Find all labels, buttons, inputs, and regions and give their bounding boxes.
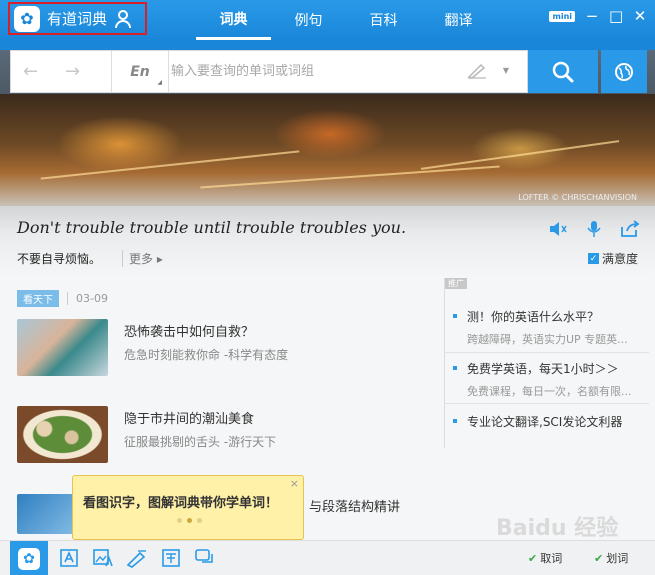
minimize-button[interactable]: − (585, 9, 599, 24)
promo-item[interactable]: 测！你的英语什么水平？ 跨越障碍，英语实力UP 专题英... (453, 308, 649, 347)
quote-actions (547, 220, 641, 238)
word-select-label: 划词 (606, 552, 629, 565)
check-icon: ✔ (528, 551, 538, 565)
search-row: ← → En ◢ ▼ (0, 40, 655, 94)
article-item[interactable]: 隐于市井间的潮汕美食 征服最挑剔的舌头 -游行天下 (17, 406, 276, 463)
bullet-icon (453, 366, 457, 370)
bottom-toolbar: ✿ ✔ 取词 ✔ 划词 (0, 540, 655, 575)
youdao-logo-icon: ✿ (18, 547, 40, 570)
handwriting-icon[interactable] (467, 63, 487, 79)
main-nav-tabs: 词典 例句 百科 翻译 (196, 0, 496, 40)
tooltip-close-button[interactable]: × (290, 477, 299, 490)
bullet-icon (453, 419, 457, 423)
app-name: 有道词典 (47, 10, 108, 28)
article-subtitle: 征服最挑剔的舌头 -游行天下 (124, 435, 277, 449)
satisfaction-checkbox[interactable]: ✓ 满意度 (587, 250, 638, 267)
web-search-button[interactable] (601, 50, 647, 93)
quote-chinese: 不要自寻烦恼。 (17, 252, 102, 266)
divider (445, 403, 649, 404)
promo-subtitle: 免费课程，每日一次，名额有限... (467, 385, 632, 398)
tab-translate[interactable]: 翻译 (421, 0, 496, 40)
mini-mode-button[interactable]: mini (549, 10, 575, 22)
promo-item[interactable]: 免费学英语，每天1小时＞＞ 免费课程，每日一次，名额有限... (453, 360, 649, 399)
check-icon: ✔ (594, 551, 604, 565)
satisfaction-label: 满意度 (601, 252, 638, 266)
article-item[interactable]: 恐怖袭击中如何自救？ 危急时刻能救你命 -科学有态度 (17, 319, 288, 376)
promo-title[interactable]: 免费学英语，每天1小时＞＞ (467, 360, 649, 377)
dropdown-chevron-icon[interactable]: ▼ (503, 66, 509, 75)
daily-quote: Don't trouble trouble until trouble trou… (0, 206, 655, 276)
promo-title[interactable]: 专业论文翻译,SCI发论文利器 (467, 413, 649, 430)
forward-arrow-icon[interactable]: → (65, 61, 80, 82)
article-title[interactable]: 与段落结构精讲 (309, 496, 400, 515)
quote-english[interactable]: Don't trouble trouble until trouble trou… (17, 218, 406, 237)
word-capture-toggle[interactable]: ✔ 取词 (528, 550, 562, 566)
article-title[interactable]: 恐怖袭击中如何自救？ (124, 321, 288, 340)
title-bar: ✿ 有道词典 词典 例句 百科 翻译 mini − □ ✕ (0, 0, 655, 40)
promo-title[interactable]: 测！你的英语什么水平？ (467, 308, 649, 325)
promo-item[interactable]: 专业论文翻译,SCI发论文利器 (453, 413, 649, 430)
back-arrow-icon[interactable]: ← (23, 61, 38, 82)
article-thumbnail[interactable] (17, 319, 108, 376)
feed-date: 03-09 (67, 292, 108, 305)
language-label: En (130, 63, 150, 80)
globe-icon (615, 62, 633, 81)
maximize-button[interactable]: □ (609, 9, 623, 24)
tooltip-text: 看图识字，图解词典带你学单词！ (83, 496, 279, 511)
feed-tag[interactable]: 看天下 (17, 290, 59, 307)
microphone-icon[interactable] (583, 220, 605, 238)
share-icon[interactable] (619, 220, 641, 238)
search-button[interactable] (528, 50, 598, 93)
article-subtitle: 危急时刻能救你命 -科学有态度 (124, 348, 289, 362)
promo-subtitle: 跨越障碍，英语实力UP 专题英... (467, 333, 628, 346)
feed-header: 看天下 03-09 (17, 290, 108, 307)
youdao-logo-icon: ✿ (14, 5, 40, 32)
daily-banner-image[interactable]: LOFTER © CHRISCHANVISION (0, 94, 655, 206)
ad-badge: 推广 (445, 278, 467, 289)
tab-examples[interactable]: 例句 (271, 0, 346, 40)
promo-sidebar: 推广 测！你的英语什么水平？ 跨越障碍，英语实力UP 专题英... 免费学英语，… (444, 278, 649, 448)
image-dictionary-icon[interactable] (92, 548, 114, 568)
chat-icon[interactable] (194, 548, 216, 568)
article-thumbnail[interactable] (17, 406, 108, 463)
banner-credit: LOFTER © CHRISCHANVISION (518, 193, 637, 202)
checkbox-checked-icon: ✓ (587, 253, 599, 264)
word-book-icon[interactable] (58, 548, 80, 568)
tab-encyclopedia[interactable]: 百科 (346, 0, 421, 40)
search-icon (552, 61, 574, 82)
tab-dictionary[interactable]: 词典 (196, 0, 271, 40)
user-icon[interactable] (115, 9, 132, 28)
baidu-watermark: Baidu 经验 (496, 516, 619, 541)
language-selector[interactable]: En ◢ (111, 51, 169, 92)
speaker-icon[interactable] (547, 220, 569, 238)
close-button[interactable]: ✕ (633, 9, 647, 24)
word-select-toggle[interactable]: ✔ 划词 (594, 550, 628, 566)
pen-note-icon[interactable] (126, 548, 148, 568)
translate-icon[interactable] (160, 548, 182, 568)
divider (445, 352, 649, 353)
feature-tooltip: 看图识字，图解词典带你学单词！ × (72, 475, 304, 547)
page-dot[interactable] (197, 518, 202, 523)
word-capture-label: 取词 (540, 552, 563, 565)
brand-account-area[interactable]: ✿ 有道词典 (8, 2, 147, 35)
home-dictionary-button[interactable]: ✿ (10, 541, 48, 575)
article-title[interactable]: 隐于市井间的潮汕美食 (124, 408, 276, 427)
window-controls: mini − □ ✕ (549, 9, 647, 24)
more-link[interactable]: 更多 ▸ (122, 250, 163, 267)
page-dot[interactable] (177, 518, 182, 523)
corner-triangle-icon: ◢ (157, 79, 162, 86)
page-dot-active[interactable] (187, 518, 192, 523)
bullet-icon (453, 314, 457, 318)
search-input[interactable] (171, 61, 461, 81)
search-box: ← → En ◢ ▼ (10, 50, 528, 93)
tooltip-pagination (177, 518, 202, 523)
